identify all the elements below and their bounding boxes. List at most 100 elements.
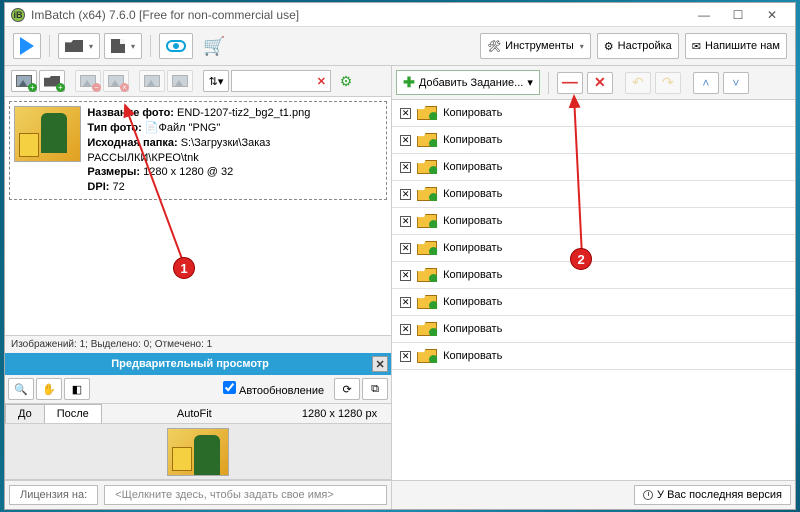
version-bar: У Вас последняя версия — [392, 480, 795, 509]
remove-image-button[interactable]: − — [75, 70, 101, 92]
task-label: Копировать — [443, 107, 502, 119]
task-checkbox[interactable]: ✕ — [400, 270, 411, 281]
add-folder-button[interactable]: + — [39, 70, 65, 92]
task-label: Копировать — [443, 350, 502, 362]
task-row[interactable]: ✕ Копировать — [392, 262, 795, 289]
preview-tabs: До После AutoFit 1280 x 1280 px — [5, 404, 391, 424]
task-row[interactable]: ✕ Копировать — [392, 100, 795, 127]
task-folder-icon — [417, 214, 437, 228]
task-row[interactable]: ✕ Копировать — [392, 208, 795, 235]
clear-filter-icon[interactable]: ✕ — [317, 75, 326, 88]
add-image-button[interactable]: + — [11, 70, 37, 92]
task-checkbox[interactable]: ✕ — [400, 108, 411, 119]
app-window: iB ImBatch (x64) 7.6.0 [Free for non-com… — [4, 2, 796, 510]
task-row[interactable]: ✕Копировать — [392, 316, 795, 343]
save-button[interactable]: ▾ — [104, 33, 142, 59]
task-label: Копировать — [443, 215, 502, 227]
preview-toggle-button[interactable] — [159, 33, 193, 59]
preview-canvas[interactable] — [5, 424, 391, 480]
task-checkbox[interactable]: ✕ — [400, 243, 411, 254]
move-up-button[interactable]: ˄ — [693, 72, 719, 94]
sort-button[interactable]: ⇅▾ — [203, 70, 229, 92]
run-button[interactable] — [13, 33, 41, 59]
remove-all-button[interactable]: × — [103, 70, 129, 92]
pan-button[interactable]: ✋ — [36, 378, 62, 400]
clock-icon — [643, 490, 653, 500]
uncheck-button[interactable] — [167, 70, 193, 92]
cart-icon: 🛒 — [203, 36, 225, 57]
task-checkbox[interactable]: ✕ — [400, 162, 411, 173]
task-row[interactable]: ✕Копировать — [392, 127, 795, 154]
license-label: Лицензия на: — [9, 485, 98, 505]
zoom-button[interactable]: 🔍 — [8, 378, 34, 400]
task-row[interactable]: ✕ Копировать — [392, 235, 795, 262]
left-panel: + + − × ⇅▾ ✕ ⚙ Название фото: END-1207-t… — [5, 66, 392, 509]
annotation-marker-1: 1 — [173, 257, 195, 279]
task-row[interactable]: ✕ Копировать — [392, 181, 795, 208]
window-title: ImBatch (x64) 7.6.0 [Free for non-commer… — [31, 8, 299, 22]
license-bar: Лицензия на: <Щелкните здесь, чтобы зада… — [5, 480, 391, 509]
tools-menu[interactable]: 🛠Инструменты▾ — [480, 33, 591, 59]
refresh-button[interactable]: ⟳ — [334, 378, 360, 400]
close-button[interactable]: ✕ — [755, 5, 789, 25]
task-label: Копировать — [443, 161, 502, 173]
task-label: Копировать — [443, 269, 502, 281]
task-folder-icon — [417, 187, 437, 201]
preview-dimensions: 1280 x 1280 px — [288, 405, 391, 423]
sort-icon: ⇅ — [209, 75, 218, 88]
version-status[interactable]: У Вас последняя версия — [634, 485, 791, 505]
task-checkbox[interactable]: ✕ — [400, 324, 411, 335]
tab-after[interactable]: После — [44, 404, 102, 423]
task-folder-icon — [417, 160, 437, 174]
task-checkbox[interactable]: ✕ — [400, 297, 411, 308]
save-icon — [111, 39, 125, 53]
compare-button[interactable]: ◧ — [64, 378, 90, 400]
redo-button[interactable]: ↷ — [655, 72, 681, 94]
wrench-icon: 🛠 — [487, 40, 501, 53]
preview-close-button[interactable]: ✕ — [372, 356, 388, 372]
task-label: Копировать — [443, 242, 502, 254]
delete-task-button[interactable]: ✕ — [587, 72, 613, 94]
thumbnail — [14, 106, 81, 162]
right-panel: ✚Добавить Задание...▾ — ✕ ↶ ↷ ˄ ˅ ✕ Копир… — [392, 66, 795, 509]
folder-open-icon — [65, 40, 83, 52]
task-row[interactable]: ✕ Копировать — [392, 154, 795, 181]
check-button[interactable] — [139, 70, 165, 92]
image-count-status: Изображений: 1; Выделено: 0; Отмечено: 1 — [5, 335, 391, 353]
task-list: ✕ Копировать ✕ Копировать ✕ Копировать ✕ Копиро… — [392, 100, 795, 480]
undo-button[interactable]: ↶ — [625, 72, 651, 94]
task-folder-icon — [417, 295, 437, 309]
play-icon — [20, 37, 34, 55]
external-button[interactable]: ⧉ — [362, 378, 388, 400]
image-toolbar: + + − × ⇅▾ ✕ ⚙ — [5, 66, 391, 97]
task-label: Копировать — [443, 188, 502, 200]
task-row[interactable]: ✕ Копировать — [392, 343, 795, 370]
maximize-button[interactable]: ☐ — [721, 5, 755, 25]
app-icon: iB — [11, 8, 25, 22]
titlebar: iB ImBatch (x64) 7.6.0 [Free for non-com… — [5, 3, 795, 27]
filter-settings-button[interactable]: ⚙ — [333, 70, 359, 92]
image-item[interactable]: Название фото: END-1207-tiz2_bg2_t1.png … — [9, 101, 387, 200]
settings-button[interactable]: ⚙Настройка — [597, 33, 679, 59]
move-down-button[interactable]: ˅ — [723, 72, 749, 94]
task-folder-icon — [417, 133, 437, 147]
auto-refresh-checkbox[interactable]: Автообновление — [223, 381, 324, 397]
task-checkbox[interactable]: ✕ — [400, 135, 411, 146]
annotation-marker-2: 2 — [570, 248, 592, 270]
contact-button[interactable]: ✉Напишите нам — [685, 33, 787, 59]
open-button[interactable]: ▾ — [58, 33, 100, 59]
license-name-input[interactable]: <Щелкните здесь, чтобы задать свое имя> — [104, 485, 387, 505]
task-checkbox[interactable]: ✕ — [400, 189, 411, 200]
mail-icon: ✉ — [692, 40, 701, 53]
tab-before[interactable]: До — [5, 404, 45, 423]
filter-input[interactable]: ✕ — [231, 70, 331, 92]
minimize-button[interactable]: — — [687, 5, 721, 25]
remove-task-button[interactable]: — — [557, 72, 583, 94]
task-checkbox[interactable]: ✕ — [400, 216, 411, 227]
zoom-mode[interactable]: AutoFit — [101, 408, 288, 420]
add-task-button[interactable]: ✚Добавить Задание...▾ — [396, 70, 540, 95]
store-button[interactable]: 🛒 — [197, 33, 231, 59]
task-checkbox[interactable]: ✕ — [400, 351, 411, 362]
task-row[interactable]: ✕Копировать — [392, 289, 795, 316]
task-folder-icon — [417, 241, 437, 255]
